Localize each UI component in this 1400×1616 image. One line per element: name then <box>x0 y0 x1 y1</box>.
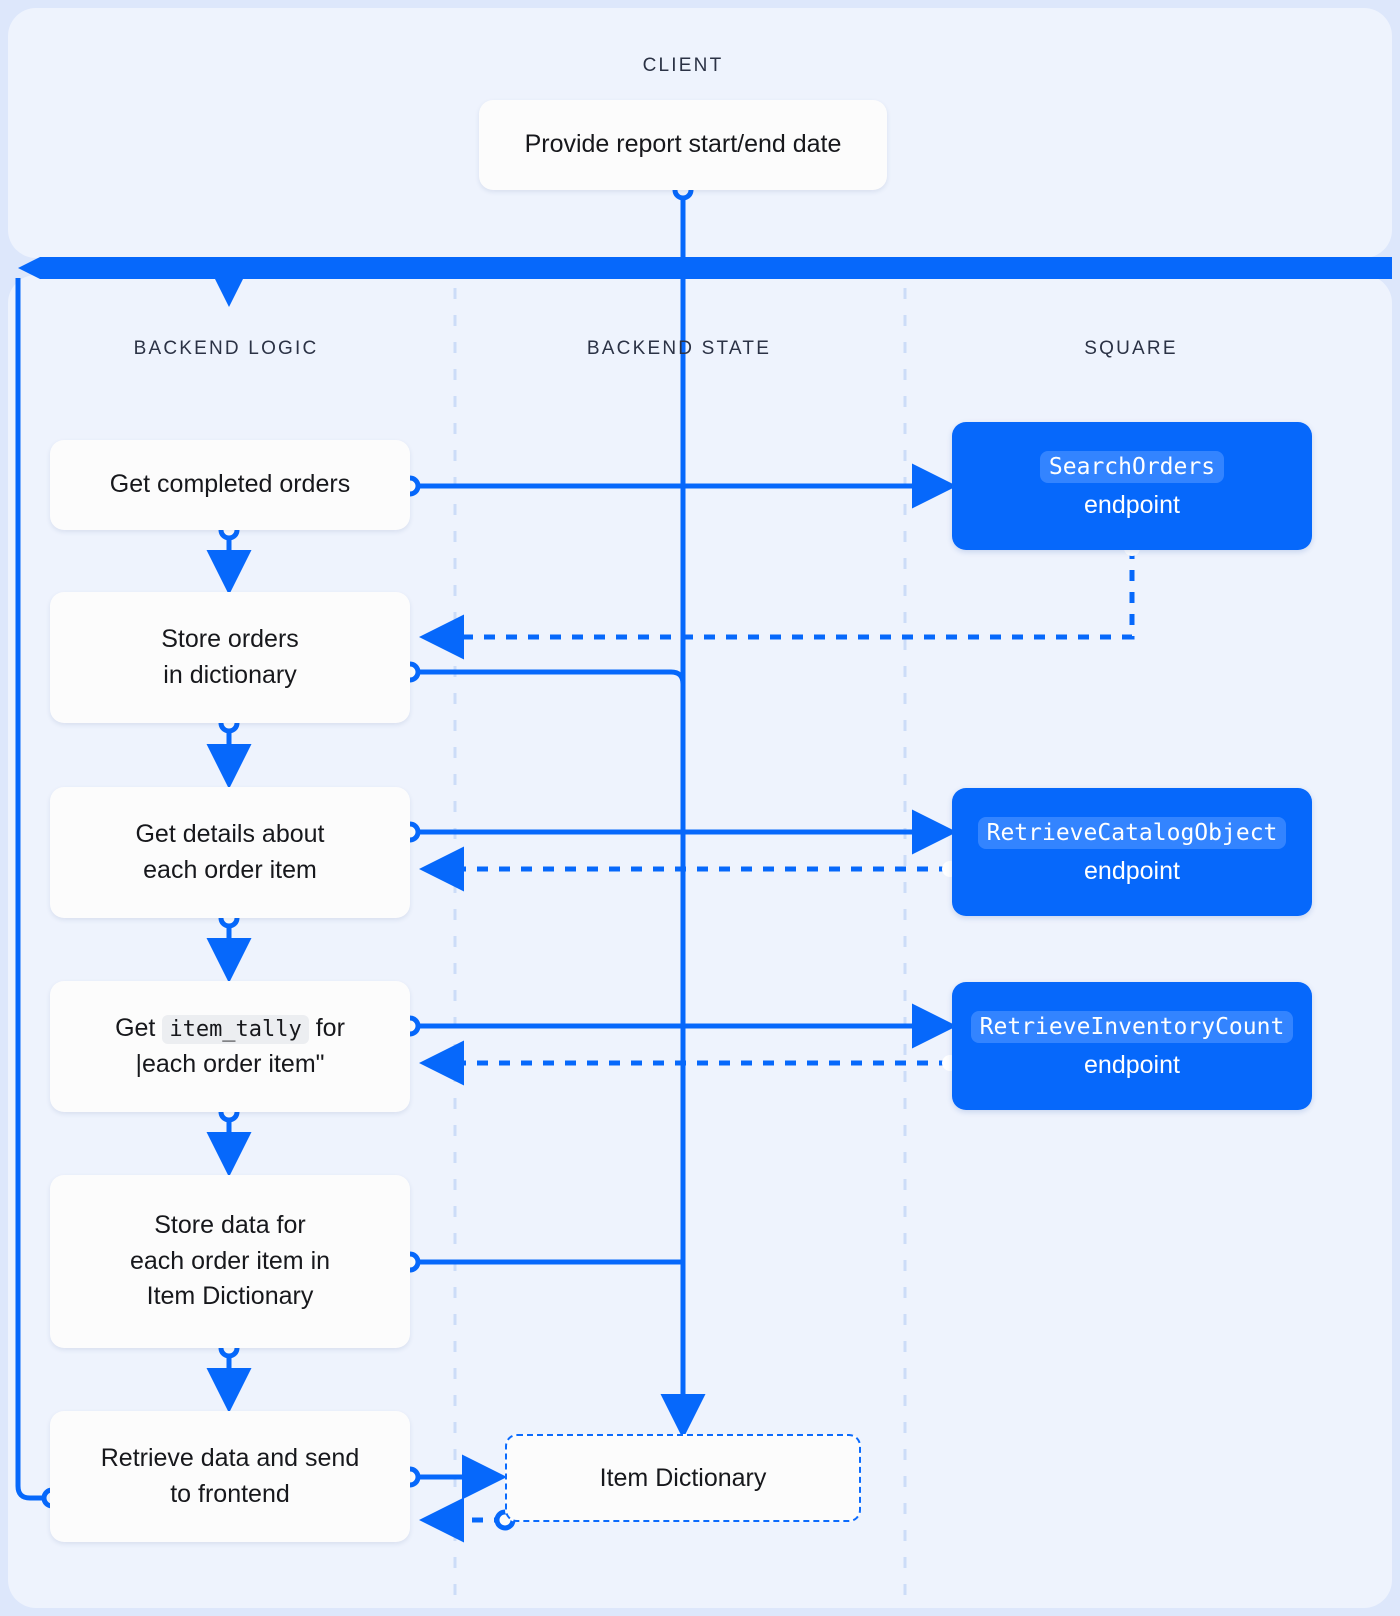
node-line-1: Store orders <box>161 625 299 653</box>
node-get-order-item-details[interactable]: Get details about each order item <box>50 787 410 918</box>
node-endpoint-search-orders[interactable]: SearchOrders endpoint <box>952 422 1312 550</box>
node-line-2: endpoint <box>1084 857 1180 885</box>
node-line-2: endpoint <box>1084 491 1180 519</box>
node-retrieve-data-send-frontend[interactable]: Retrieve data and send to frontend <box>50 1411 410 1542</box>
node-label: Retrieve data and send to frontend <box>87 1441 374 1512</box>
node-endpoint-retrieve-inventory-count[interactable]: RetrieveInventoryCount endpoint <box>952 982 1312 1110</box>
node-line-1: Get details about <box>135 820 325 848</box>
node-get-completed-orders[interactable]: Get completed orders <box>50 440 410 530</box>
node-line-2: each order item in <box>129 1246 331 1275</box>
node-store-order-item-data[interactable]: Store data for each order item in Item D… <box>50 1175 410 1348</box>
node-endpoint-retrieve-catalog-object[interactable]: RetrieveCatalogObject endpoint <box>952 788 1312 916</box>
code-chip-retrieve-inventory-count: RetrieveInventoryCount <box>970 1010 1294 1043</box>
node-label: RetrieveInventoryCount endpoint <box>957 1009 1308 1084</box>
lane-label-square: SQUARE <box>1084 338 1178 359</box>
node-text-suffix: for <box>315 1014 345 1042</box>
lane-label-client: CLIENT <box>642 55 724 76</box>
lane-label-backend-state: BACKEND STATE <box>586 338 772 359</box>
node-line-2: |each order item" <box>135 1049 325 1078</box>
node-label: SearchOrders endpoint <box>1026 449 1238 524</box>
node-line-2: each order item <box>143 855 317 884</box>
node-label: Get details about each order item <box>121 817 338 888</box>
node-line-2: to frontend <box>170 1479 290 1508</box>
node-provide-report-dates[interactable]: Provide report start/end date <box>479 100 887 190</box>
node-line-2: in dictionary <box>163 660 297 689</box>
node-item-dictionary[interactable]: Item Dictionary <box>505 1434 861 1522</box>
node-label: Store orders in dictionary <box>147 622 313 693</box>
node-label: RetrieveCatalogObject endpoint <box>964 815 1301 890</box>
node-line-2: endpoint <box>1084 1051 1180 1079</box>
node-label: Provide report start/end date <box>524 130 842 159</box>
lane-label-backend-logic: BACKEND LOGIC <box>133 338 319 359</box>
node-line-1: Store data for <box>154 1211 306 1240</box>
node-text-prefix: Get <box>115 1014 156 1042</box>
node-line-1: Retrieve data and send <box>100 1444 360 1472</box>
node-get-item-tally[interactable]: Get item_tally for |each order item" <box>50 981 410 1112</box>
node-label: Get item_tally for |each order item" <box>101 1011 359 1082</box>
code-chip-item-tally: item_tally <box>162 1015 309 1044</box>
code-chip-retrieve-catalog-object: RetrieveCatalogObject <box>977 816 1287 849</box>
node-label: Item Dictionary <box>599 1463 767 1492</box>
node-line-3: Item Dictionary <box>146 1282 314 1311</box>
node-store-orders-in-dictionary[interactable]: Store orders in dictionary <box>50 592 410 723</box>
diagram-canvas: CLIENT BACKEND LOGIC BACKEND STATE SQUAR… <box>0 0 1400 1616</box>
node-label: Store data for each order item in Item D… <box>116 1208 344 1315</box>
code-chip-search-orders: SearchOrders <box>1039 450 1225 483</box>
node-label: Get completed orders <box>109 470 351 499</box>
